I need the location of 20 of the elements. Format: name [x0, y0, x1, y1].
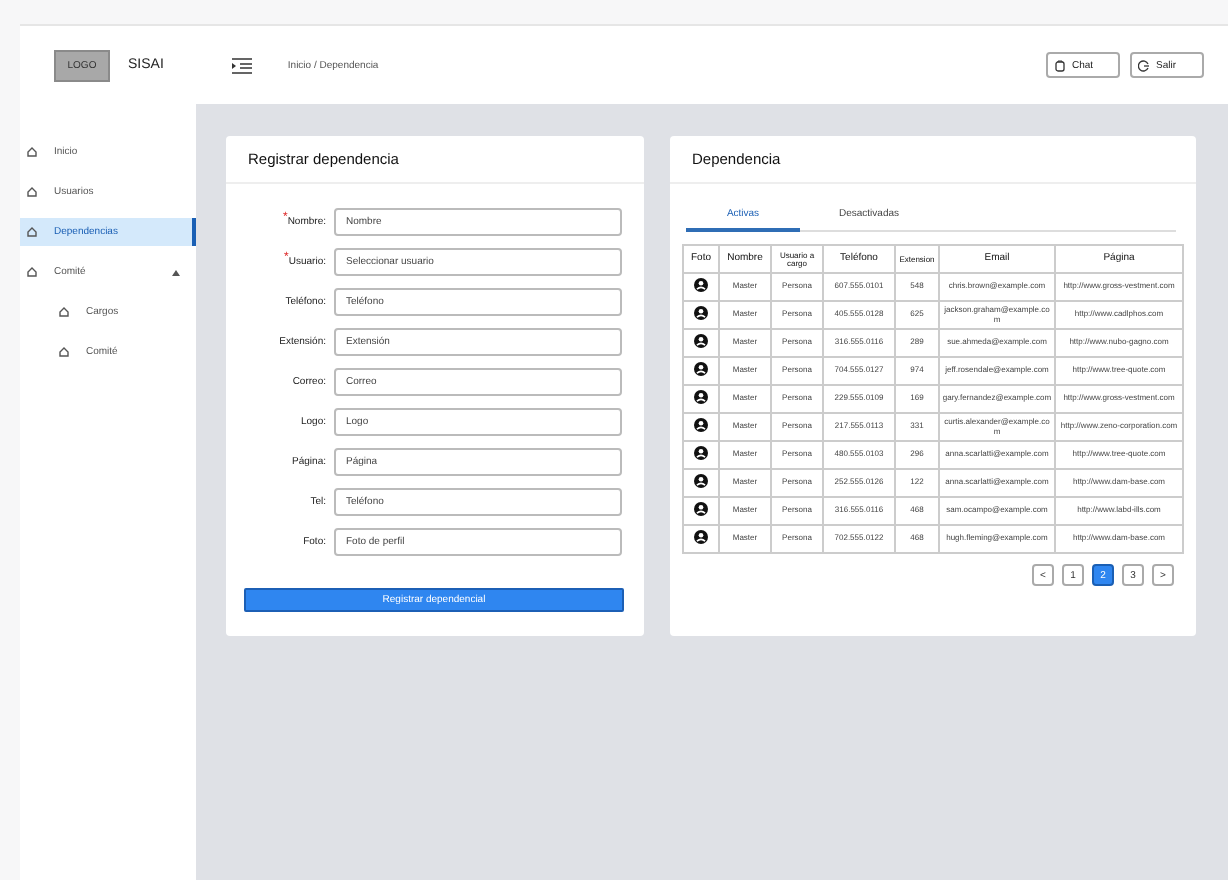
home-icon — [26, 186, 38, 198]
user-avatar-icon — [694, 418, 708, 433]
user-avatar-icon — [694, 502, 708, 517]
user-avatar-icon — [694, 446, 708, 461]
home-icon — [26, 146, 38, 158]
home-icon — [58, 346, 70, 358]
user-avatar-icon — [694, 278, 708, 293]
user-avatar-icon — [694, 474, 708, 489]
user-avatar-icon — [694, 306, 708, 321]
chat-icon — [1054, 59, 1066, 71]
home-icon — [26, 226, 38, 238]
logout-icon — [1138, 59, 1150, 71]
user-avatar-icon — [694, 334, 708, 349]
menu-button[interactable] — [231, 57, 252, 73]
caret-up-icon[interactable] — [172, 269, 180, 275]
user-avatar-icon — [694, 530, 708, 545]
home-icon — [26, 266, 38, 278]
user-avatar-icon — [694, 390, 708, 405]
user-avatar-icon — [694, 362, 708, 377]
home-icon — [58, 306, 70, 318]
